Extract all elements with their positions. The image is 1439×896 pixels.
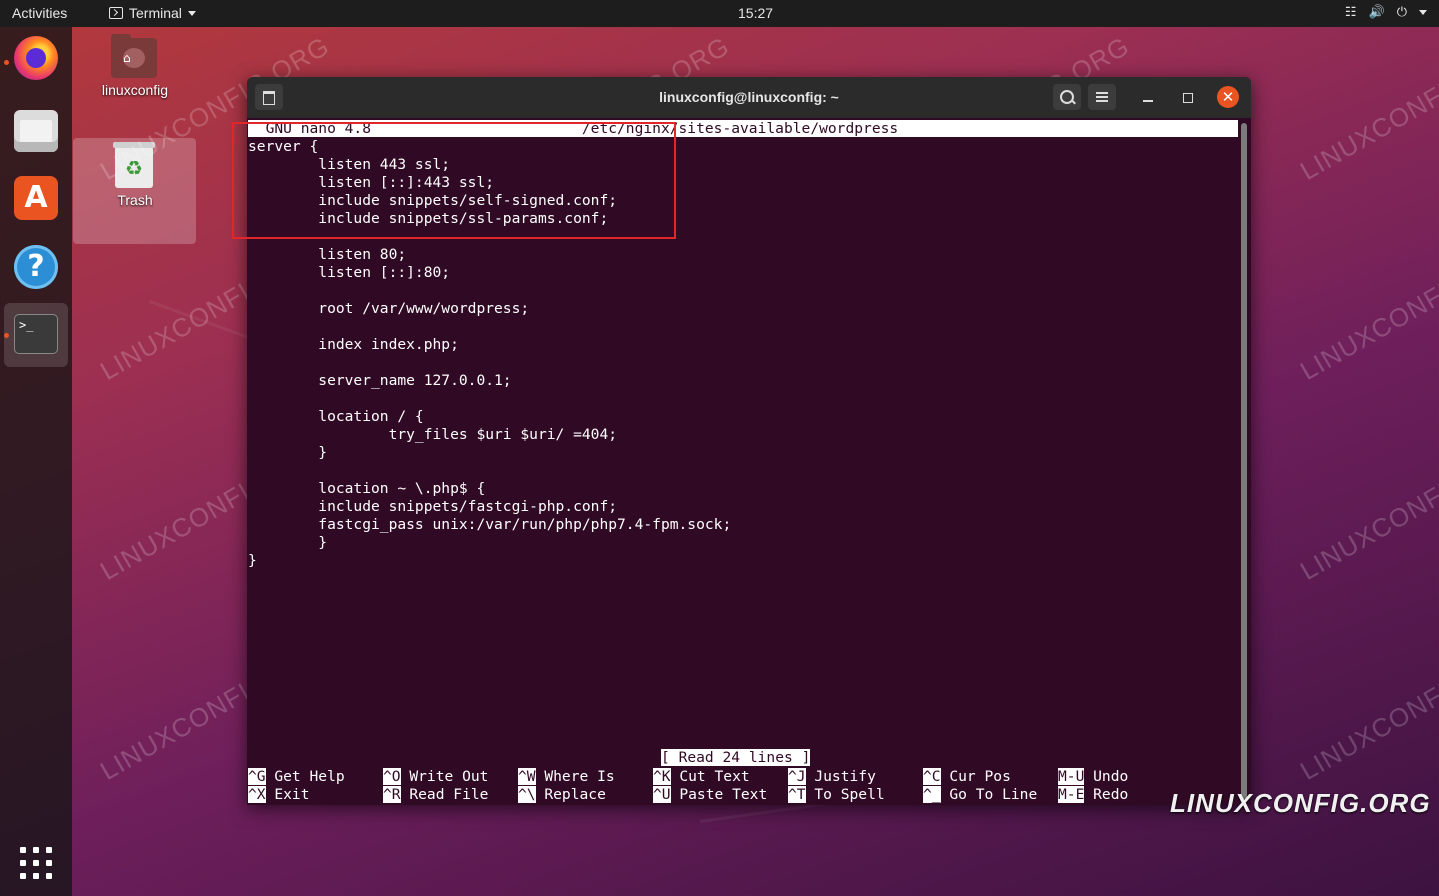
code-line: location / { — [248, 408, 424, 425]
code-line: server_name 127.0.0.1; — [248, 372, 512, 389]
trash-label[interactable]: Trash — [94, 192, 176, 208]
shortcut-label: Replace — [535, 786, 606, 803]
shortcut-label: Paste Text — [670, 786, 768, 803]
files-icon[interactable] — [14, 110, 58, 152]
nano-shortcut-bar: ^G Get Help ^O Write Out ^W Where Is ^K Cut… — [248, 768, 1238, 804]
shortcut-key: ^W — [518, 768, 536, 785]
shortcut-key: ^X — [248, 786, 266, 803]
running-indicator — [4, 333, 9, 338]
shortcut-label: Where Is — [535, 768, 615, 785]
terminal-icon — [109, 7, 123, 19]
shortcut-key: ^G — [248, 768, 266, 785]
shortcut-key: ^_ — [923, 786, 941, 803]
shortcut-label: Undo — [1084, 768, 1129, 785]
code-line: index index.php; — [248, 336, 459, 353]
shortcut-key: ^J — [788, 768, 806, 785]
chevron-down-icon — [1419, 9, 1427, 15]
shortcut-label: Get Help — [265, 768, 345, 785]
code-line: listen 80; — [248, 246, 407, 263]
chevron-down-icon — [187, 10, 196, 16]
clock[interactable]: 15:27 — [738, 5, 773, 21]
power-icon: ⏻ — [1396, 4, 1407, 19]
code-line: fastcgi_pass unix:/var/run/php/php7.4-fp… — [248, 516, 732, 533]
show-applications-icon[interactable] — [20, 847, 52, 879]
activities-button[interactable]: Activities — [12, 5, 67, 21]
app-menu[interactable]: Terminal — [109, 5, 196, 21]
nano-shortcut: ^K Cut Text — [653, 768, 750, 786]
shortcut-label: Cur Pos — [940, 768, 1011, 785]
nano-shortcut: ^O Write Out — [383, 768, 488, 786]
shortcut-label: Read File — [400, 786, 489, 803]
nano-shortcut: M-U Undo — [1058, 768, 1128, 786]
watermark: LINUXCONFIG.ORG — [1295, 230, 1439, 386]
shortcut-key: ^R — [383, 786, 401, 803]
code-line: try_files $uri $uri/ =404; — [248, 426, 618, 443]
firefox-icon[interactable] — [14, 36, 58, 80]
network-icon: ☷ — [1344, 4, 1357, 19]
maximize-icon[interactable] — [1183, 93, 1193, 103]
shortcut-label: Exit — [265, 786, 310, 803]
linuxconfig-logo: LINUXCONFIG.ORG — [1170, 788, 1431, 818]
minimize-icon[interactable] — [1143, 100, 1153, 102]
nano-shortcut: ^_ Go To Line — [923, 786, 1037, 804]
shortcut-key: ^U — [653, 786, 671, 803]
close-icon[interactable]: ✕ — [1217, 86, 1239, 108]
shortcut-key: ^K — [653, 768, 671, 785]
nano-shortcut: M-E Redo — [1058, 786, 1128, 804]
nano-shortcut: ^R Read File — [383, 786, 488, 804]
code-line: } — [248, 534, 328, 551]
app-menu-label: Terminal — [129, 5, 182, 21]
code-line: location ~ \.php$ { — [248, 480, 486, 497]
shortcut-key: ^O — [383, 768, 401, 785]
shortcut-label: Go To Line — [940, 786, 1038, 803]
nano-shortcut: ^W Where Is — [518, 768, 615, 786]
home-folder-icon[interactable]: ⌂ — [111, 34, 157, 78]
nano-shortcut: ^\ Replace — [518, 786, 606, 804]
top-bar: Activities Terminal 15:27 ☷ 🔊 ⏻ — [0, 0, 1439, 27]
shortcut-key: M-E — [1058, 786, 1085, 803]
watermark: LINUXCONFIG.ORG — [1295, 30, 1439, 186]
nano-shortcut: ^C Cur Pos — [923, 768, 1011, 786]
hamburger-menu-icon[interactable] — [1088, 84, 1116, 110]
terminal-scrollbar[interactable] — [1241, 123, 1247, 799]
shortcut-key: ^T — [788, 786, 806, 803]
help-icon[interactable]: ? — [14, 245, 58, 289]
watermark: LINUXCONFIG.ORG — [1295, 630, 1439, 786]
system-tray[interactable]: ☷ 🔊 ⏻ — [1345, 4, 1427, 20]
volume-icon: 🔊 — [1368, 4, 1385, 19]
nano-shortcut: ^J Justify — [788, 768, 876, 786]
terminal-icon[interactable]: >_ — [14, 314, 58, 354]
shortcut-key: ^C — [923, 768, 941, 785]
nano-shortcut: ^U Paste Text — [653, 786, 767, 804]
shortcut-label: Justify — [805, 768, 876, 785]
code-line: } — [248, 444, 328, 461]
code-line: root /var/www/wordpress; — [248, 300, 530, 317]
nano-shortcut: ^T To Spell — [788, 786, 885, 804]
shortcut-label: Redo — [1084, 786, 1129, 803]
nano-shortcut: ^X Exit — [248, 786, 310, 804]
shortcut-key: ^\ — [518, 786, 536, 803]
nano-shortcut: ^G Get Help — [248, 768, 345, 786]
shortcut-label: Write Out — [400, 768, 489, 785]
ubuntu-software-icon[interactable]: A — [14, 176, 58, 220]
shortcut-key: M-U — [1058, 768, 1085, 785]
shortcut-label: Cut Text — [670, 768, 750, 785]
shortcut-label: To Spell — [805, 786, 885, 803]
code-line: } — [248, 552, 257, 569]
nano-status: [ Read 24 lines ] — [661, 749, 811, 766]
dock: A ? >_ — [0, 27, 72, 896]
code-line: listen [::]:80; — [248, 264, 451, 281]
home-folder-label[interactable]: linuxconfig — [94, 82, 176, 98]
running-indicator — [4, 60, 9, 65]
search-icon[interactable] — [1053, 84, 1081, 110]
window-titlebar[interactable]: linuxconfig@linuxconfig: ~ ✕ — [247, 77, 1251, 118]
watermark: LINUXCONFIG.ORG — [1295, 430, 1439, 586]
code-line: include snippets/fastcgi-php.conf; — [248, 498, 618, 515]
highlight-box — [232, 122, 676, 239]
